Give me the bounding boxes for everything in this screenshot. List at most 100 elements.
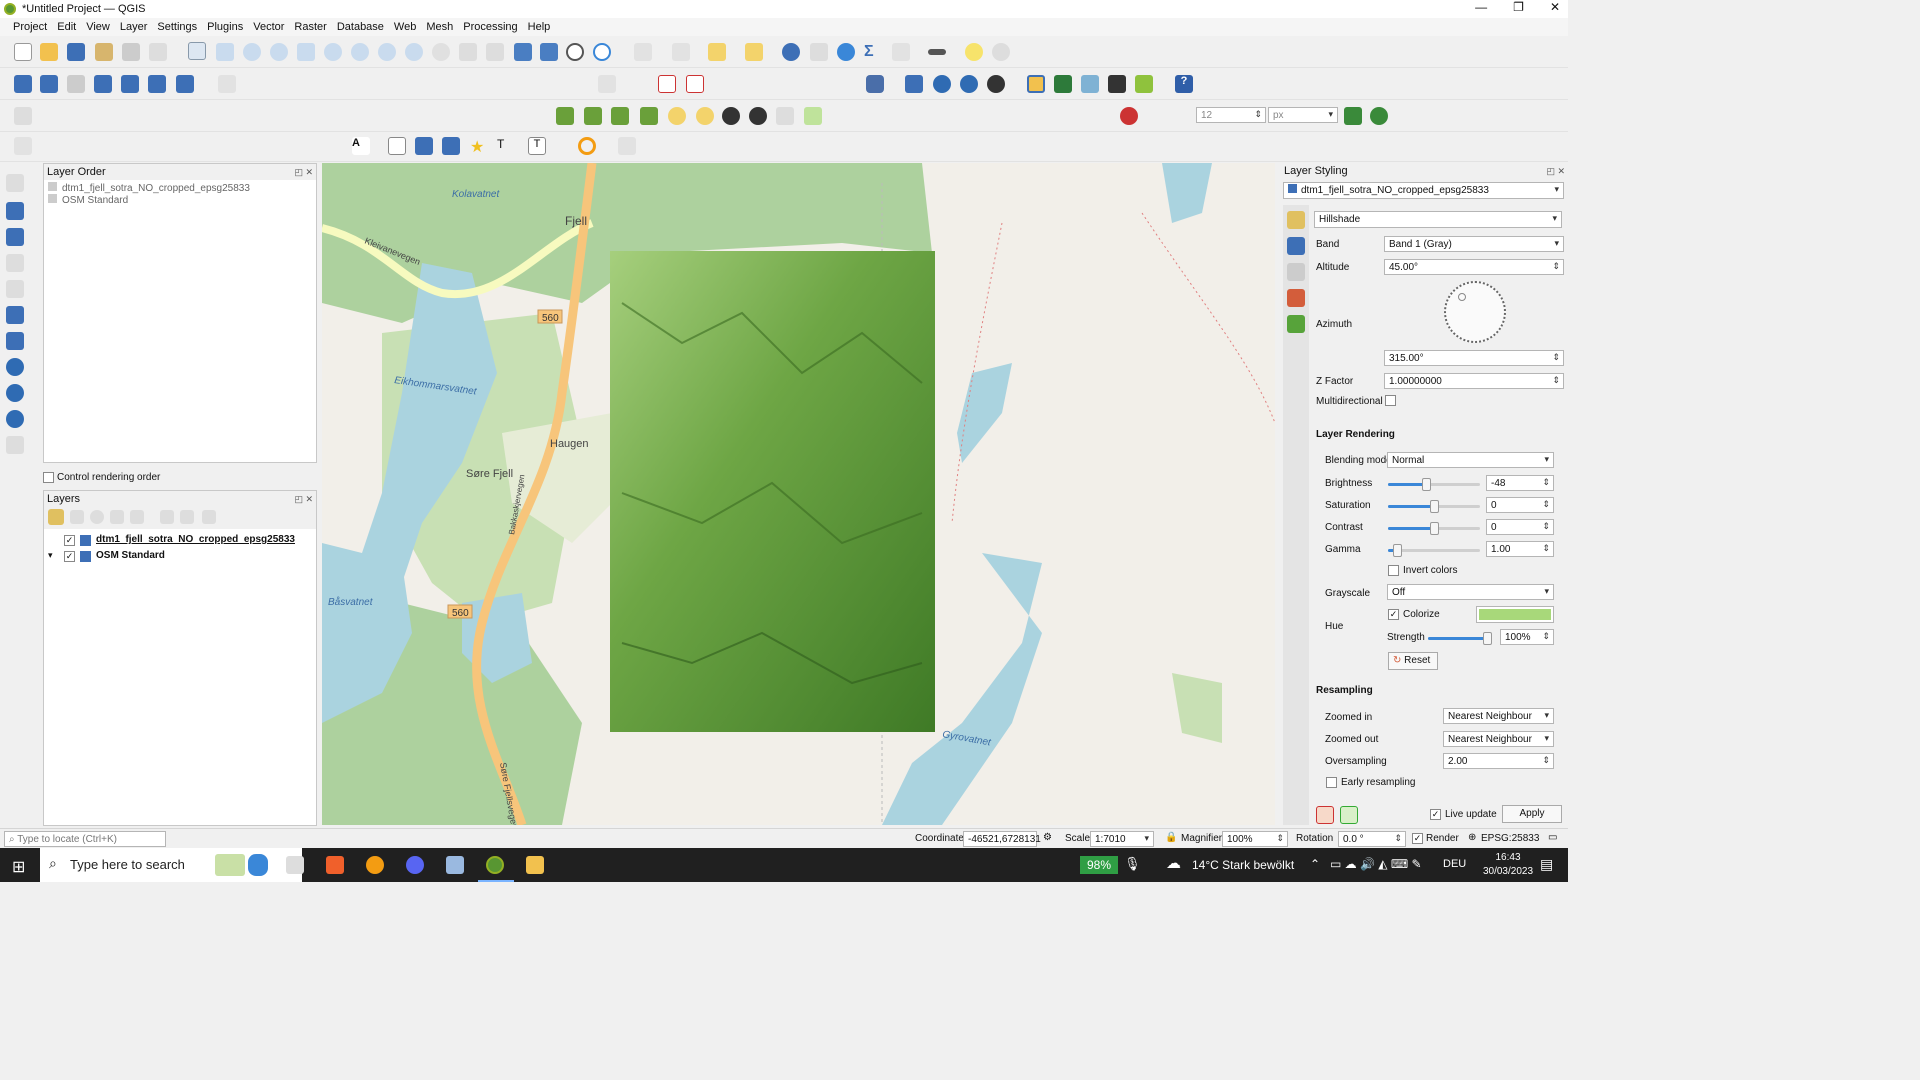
strength-input[interactable]: 100% bbox=[1500, 629, 1554, 645]
expand-all-icon[interactable] bbox=[160, 510, 174, 524]
new-bookmark-icon[interactable] bbox=[514, 43, 532, 61]
toggle-editing-icon[interactable] bbox=[218, 75, 236, 93]
gamma-input[interactable]: 1.00 bbox=[1486, 541, 1554, 557]
panel-close-icon[interactable]: ◰ ✕ bbox=[294, 167, 313, 178]
refresh-icon[interactable] bbox=[593, 43, 611, 61]
annotation-tool-icon[interactable] bbox=[14, 137, 32, 155]
menu-raster[interactable]: Raster bbox=[289, 21, 331, 33]
topology-icon[interactable] bbox=[1370, 107, 1388, 125]
sun-icon[interactable] bbox=[696, 107, 714, 125]
open-field-calculator-icon[interactable] bbox=[892, 43, 910, 61]
maximize-button[interactable]: ❐ bbox=[1513, 0, 1524, 14]
processing-toolbox-icon[interactable] bbox=[837, 43, 855, 61]
menu-vector[interactable]: Vector bbox=[248, 21, 289, 33]
symbology-tab-icon[interactable] bbox=[1287, 211, 1305, 229]
filter-expression-icon[interactable] bbox=[130, 510, 144, 524]
zoomed-out-select[interactable]: Nearest Neighbour bbox=[1443, 731, 1554, 747]
add-wcs-icon[interactable] bbox=[6, 384, 24, 402]
expand-arrow-icon[interactable]: ▾ bbox=[48, 550, 53, 561]
zoom-in-icon[interactable] bbox=[243, 43, 261, 61]
firefox-icon[interactable] bbox=[366, 856, 384, 874]
colorize-checkbox[interactable]: ✓ bbox=[1388, 609, 1399, 620]
new-geopackage-layer-icon[interactable] bbox=[40, 75, 58, 93]
grayscale-select[interactable]: Off bbox=[1387, 584, 1554, 600]
new-spatialite-layer-icon[interactable] bbox=[94, 75, 112, 93]
rotation-input[interactable]: 0.0 ° bbox=[1338, 831, 1406, 847]
new-shapefile-layer-icon[interactable] bbox=[67, 75, 85, 93]
histogram-tab-icon[interactable] bbox=[1287, 263, 1305, 281]
label-settings-icon[interactable]: A bbox=[352, 137, 370, 155]
notification-icon[interactable]: ▤ bbox=[1540, 856, 1553, 873]
azimuth-input[interactable]: 315.00° bbox=[1384, 350, 1564, 366]
locator-input[interactable]: ⌕ Type to locate (Ctrl+K) bbox=[4, 831, 166, 847]
zoom-last-icon[interactable] bbox=[405, 43, 423, 61]
filter-legend-icon[interactable] bbox=[110, 510, 124, 524]
y2-icon[interactable] bbox=[804, 107, 822, 125]
add-mesh-layer-icon[interactable] bbox=[6, 228, 24, 246]
raster-align-icon[interactable] bbox=[584, 107, 602, 125]
manage-themes-icon[interactable] bbox=[90, 510, 104, 524]
statistics-sigma-icon[interactable]: Σ bbox=[864, 43, 882, 61]
panel-close-icon[interactable]: ◰ ✕ bbox=[294, 494, 313, 505]
collapse-all-icon[interactable] bbox=[180, 510, 194, 524]
renderer-select[interactable]: Hillshade bbox=[1314, 211, 1562, 228]
open-project-icon[interactable] bbox=[40, 43, 58, 61]
brightness-input[interactable]: -48 bbox=[1486, 475, 1554, 491]
attribute-table-icon[interactable] bbox=[810, 43, 828, 61]
shade-2-icon[interactable] bbox=[749, 107, 767, 125]
circle-tool-icon[interactable] bbox=[578, 137, 596, 155]
saturation-input[interactable]: 0 bbox=[1486, 497, 1554, 513]
zoom-native-icon[interactable] bbox=[378, 43, 396, 61]
layer-tree-item[interactable]: ▾ ✓ OSM Standard bbox=[44, 549, 316, 565]
undo-style-icon[interactable] bbox=[1316, 806, 1334, 824]
lock-icon[interactable]: 🔒 bbox=[1165, 832, 1177, 843]
menu-project[interactable]: Project bbox=[8, 21, 52, 33]
zoomed-in-select[interactable]: Nearest Neighbour bbox=[1443, 708, 1554, 724]
cursor-select-icon[interactable] bbox=[905, 75, 923, 93]
azimuth-dial[interactable] bbox=[1444, 281, 1506, 343]
deselect-features-icon[interactable] bbox=[708, 43, 726, 61]
azimuth-dial-knob[interactable] bbox=[1458, 293, 1466, 301]
contrast-input[interactable]: 0 bbox=[1486, 519, 1554, 535]
multidirectional-checkbox[interactable] bbox=[1385, 395, 1396, 406]
qgis-taskbar-icon[interactable] bbox=[486, 856, 504, 874]
add-postgis-icon[interactable] bbox=[6, 332, 24, 350]
live-update-checkbox[interactable]: ✓ bbox=[1430, 809, 1441, 820]
menu-edit[interactable]: Edit bbox=[52, 21, 81, 33]
plugin-table-icon[interactable] bbox=[1081, 75, 1099, 93]
task-view-icon[interactable] bbox=[286, 856, 304, 874]
open-styling-icon[interactable] bbox=[48, 509, 64, 525]
globe-wfs-icon[interactable] bbox=[960, 75, 978, 93]
oversampling-input[interactable]: 2.00 bbox=[1443, 753, 1554, 769]
menu-layer[interactable]: Layer bbox=[115, 21, 153, 33]
add-delimited-text-icon[interactable] bbox=[6, 254, 24, 272]
y1-icon[interactable] bbox=[776, 107, 794, 125]
menu-mesh[interactable]: Mesh bbox=[421, 21, 458, 33]
menu-settings[interactable]: Settings bbox=[152, 21, 202, 33]
weather-cloud-icon[interactable]: ☁ bbox=[1166, 854, 1181, 872]
annotation-icon[interactable] bbox=[992, 43, 1010, 61]
toggle-extents-icon[interactable]: ⚙ bbox=[1043, 832, 1052, 843]
magnifier-input[interactable]: 100% bbox=[1222, 831, 1288, 847]
coordinate-input[interactable]: -46521,6728131 bbox=[963, 831, 1041, 847]
add-wfs-icon[interactable] bbox=[6, 410, 24, 428]
add-raster-layer-icon[interactable] bbox=[6, 202, 24, 220]
label-abc-red-icon[interactable] bbox=[686, 75, 704, 93]
new-print-layout-icon[interactable] bbox=[95, 43, 113, 61]
globe-wms-icon[interactable] bbox=[933, 75, 951, 93]
pan-to-selection-icon[interactable] bbox=[216, 43, 234, 61]
add-group-icon[interactable] bbox=[70, 510, 84, 524]
select-by-value-icon[interactable] bbox=[672, 43, 690, 61]
magnet-snapping-icon[interactable] bbox=[1120, 107, 1138, 125]
layer-order-item[interactable]: OSM Standard bbox=[48, 194, 312, 206]
contrast-slider[interactable] bbox=[1388, 522, 1480, 535]
layer-visibility-checkbox[interactable]: ✓ bbox=[64, 551, 75, 562]
transparency-tab-icon[interactable] bbox=[1287, 237, 1305, 255]
brightness-slider[interactable] bbox=[1388, 478, 1480, 491]
python-console-icon[interactable] bbox=[1027, 75, 1045, 93]
measure-line-icon[interactable] bbox=[928, 49, 946, 55]
redo-style-icon[interactable] bbox=[1340, 806, 1358, 824]
render-checkbox[interactable]: ✓ bbox=[1412, 833, 1423, 844]
node-tool-2-icon[interactable] bbox=[442, 137, 460, 155]
shade-icon[interactable] bbox=[722, 107, 740, 125]
